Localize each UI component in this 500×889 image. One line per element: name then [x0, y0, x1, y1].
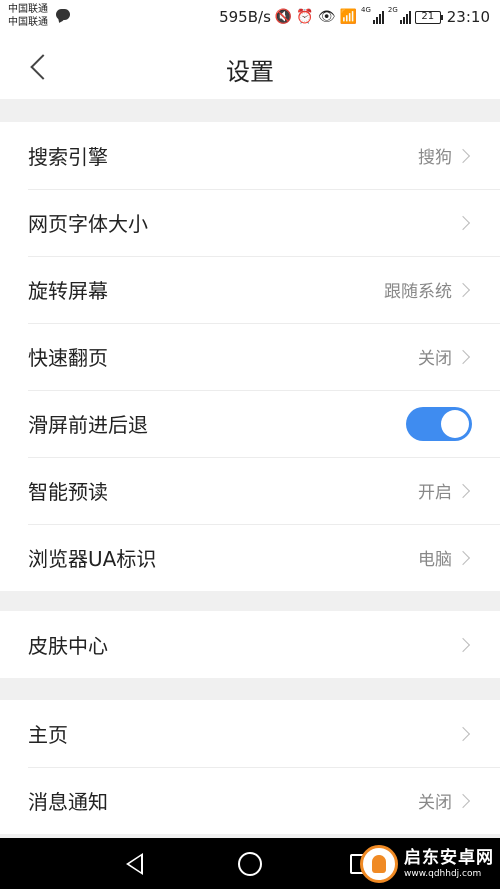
nav-home-icon[interactable] — [238, 852, 262, 876]
setting-value: 搜狗 — [418, 148, 452, 168]
setting-label: 滑屏前进后退 — [28, 413, 148, 437]
watermark-logo-icon — [360, 844, 398, 883]
setting-label: 浏览器UA标识 — [28, 547, 157, 571]
setting-notifications[interactable]: 消息通知 关闭 — [0, 767, 500, 834]
setting-value: 开启 — [418, 483, 452, 503]
setting-label: 快速翻页 — [28, 346, 108, 370]
carrier-info: 中国联通 中国联通 — [8, 3, 48, 29]
setting-swipe-navigation: 滑屏前进后退 — [0, 390, 500, 457]
setting-label: 旋转屏幕 — [28, 279, 108, 303]
chevron-right-icon — [455, 215, 471, 230]
network-speed: 595B/s — [219, 8, 271, 26]
setting-homepage[interactable]: 主页 — [0, 700, 500, 767]
header: 设置 — [0, 36, 500, 99]
settings-group-3: 主页 消息通知 关闭 — [0, 700, 500, 834]
setting-value: 电脑 — [418, 550, 452, 570]
eye-comfort-icon: 👁 — [317, 9, 336, 25]
setting-rotate-screen[interactable]: 旋转屏幕 跟随系统 — [0, 256, 500, 323]
chevron-right-icon — [455, 148, 471, 163]
alarm-icon: ⏰ — [296, 9, 314, 25]
setting-value: 关闭 — [418, 793, 452, 813]
wifi-icon: 📶 — [339, 9, 357, 25]
setting-label: 搜索引擎 — [28, 145, 108, 169]
network-type-1: 4G — [360, 6, 371, 14]
chevron-right-icon — [455, 483, 471, 498]
setting-label: 智能预读 — [28, 480, 108, 504]
chevron-right-icon — [455, 282, 471, 297]
watermark-name: 启东安卓网 — [404, 847, 494, 868]
chevron-right-icon — [455, 726, 471, 741]
setting-value: 跟随系统 — [384, 282, 452, 302]
battery-icon: 21 — [414, 10, 443, 24]
setting-fast-page-turn[interactable]: 快速翻页 关闭 — [0, 323, 500, 390]
status-icons: 595B/s 🔇 ⏰ 👁 📶 4G 2G 21 23:10 — [219, 6, 490, 28]
toggle-knob — [441, 409, 469, 438]
status-bar: 中国联通 中国联通 595B/s 🔇 ⏰ 👁 📶 4G 2G 21 23:10 — [0, 0, 500, 36]
chevron-right-icon — [455, 349, 471, 364]
signal-icon-1 — [372, 10, 384, 24]
battery-level: 21 — [414, 10, 441, 24]
network-type-2: 2G — [387, 6, 398, 14]
setting-label: 主页 — [28, 723, 68, 747]
setting-value: 关闭 — [418, 349, 452, 369]
page-title: 设置 — [226, 58, 274, 86]
setting-skin-center[interactable]: 皮肤中心 — [0, 611, 500, 678]
chevron-right-icon — [455, 793, 471, 808]
chevron-right-icon — [455, 637, 471, 652]
setting-label: 皮肤中心 — [28, 634, 108, 658]
settings-group-2: 皮肤中心 — [0, 611, 500, 678]
carrier-1: 中国联通 — [8, 4, 48, 15]
settings-group-1: 搜索引擎 搜狗 网页字体大小 旋转屏幕 跟随系统 快速翻页 关闭 滑屏前进后退 … — [0, 122, 500, 591]
message-icon — [56, 9, 70, 20]
nav-back-icon[interactable] — [126, 853, 143, 875]
setting-smart-preload[interactable]: 智能预读 开启 — [0, 457, 500, 524]
setting-search-engine[interactable]: 搜索引擎 搜狗 — [0, 122, 500, 189]
setting-font-size[interactable]: 网页字体大小 — [0, 189, 500, 256]
setting-label: 消息通知 — [28, 790, 108, 814]
setting-label: 网页字体大小 — [28, 212, 148, 236]
chevron-right-icon — [455, 550, 471, 565]
signal-icon-2 — [399, 10, 411, 24]
watermark-url: www.qdhhdj.com — [404, 868, 482, 879]
setting-user-agent[interactable]: 浏览器UA标识 电脑 — [0, 524, 500, 591]
mute-icon: 🔇 — [274, 9, 293, 25]
watermark: 启东安卓网 www.qdhhdj.com — [360, 838, 500, 889]
clock: 23:10 — [446, 8, 490, 26]
carrier-2: 中国联通 — [8, 17, 48, 28]
swipe-navigation-toggle[interactable] — [406, 406, 472, 441]
